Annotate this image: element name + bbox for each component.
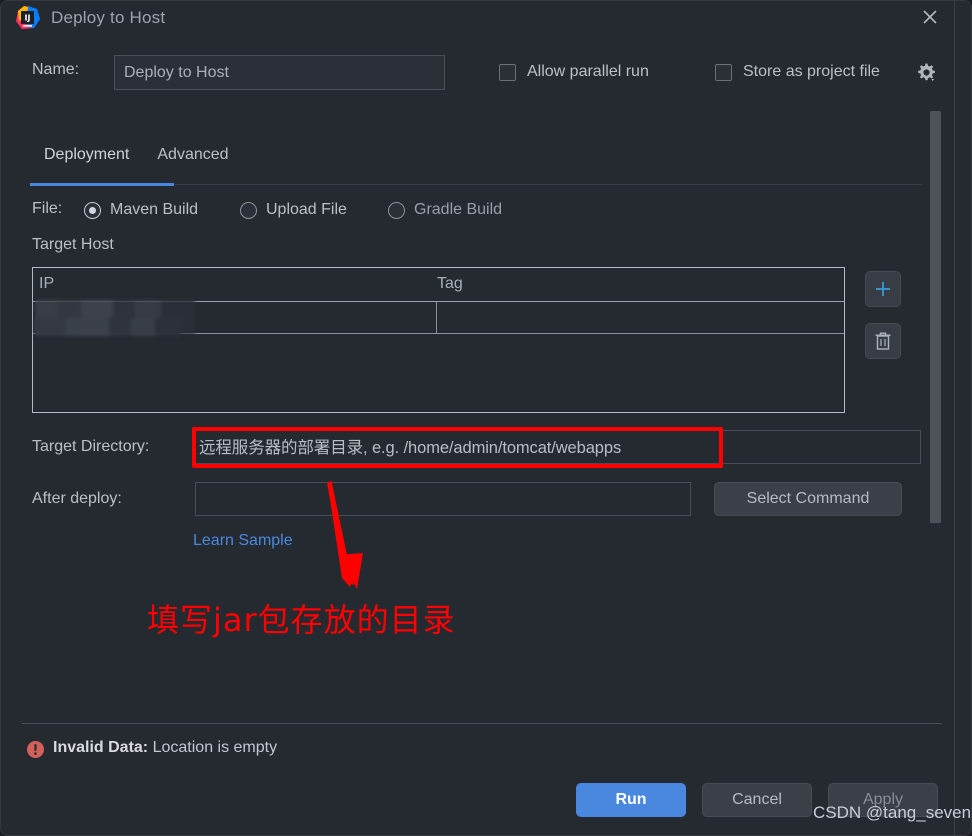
scrollbar-thumb[interactable] bbox=[930, 111, 941, 523]
radio-circle bbox=[84, 201, 101, 219]
allow-parallel-run-checkbox[interactable]: Allow parallel run bbox=[499, 63, 649, 81]
watermark: CSDN @tang_seven bbox=[813, 803, 972, 822]
deploy-to-host-dialog: IJ Deploy to Host Name: Allow parallel r… bbox=[0, 0, 972, 836]
target-host-label: Target Host bbox=[32, 236, 114, 253]
redacted-ip-value-2 bbox=[35, 318, 181, 336]
target-directory-label: Target Directory: bbox=[32, 438, 150, 455]
column-header-ip[interactable]: IP bbox=[39, 275, 54, 293]
annotation-text: 填写jar包存放的目录 bbox=[147, 601, 456, 639]
radio-circle bbox=[240, 201, 257, 219]
select-command-button[interactable]: Select Command bbox=[714, 482, 902, 516]
tab-active-indicator bbox=[30, 183, 174, 186]
radio-gradle-build[interactable]: Gradle Build bbox=[388, 201, 502, 219]
after-deploy-label: After deploy: bbox=[32, 490, 122, 507]
error-icon bbox=[26, 740, 45, 759]
radio-circle bbox=[388, 201, 405, 219]
plus-icon bbox=[876, 282, 890, 296]
cancel-button[interactable]: Cancel bbox=[702, 783, 812, 817]
name-input[interactable] bbox=[114, 55, 445, 90]
error-detail: Location is empty bbox=[152, 739, 278, 756]
learn-sample-link[interactable]: Learn Sample bbox=[193, 532, 293, 550]
run-button[interactable]: Run bbox=[576, 783, 686, 817]
checkbox-box bbox=[715, 63, 732, 81]
dialog-title-bar: IJ Deploy to Host bbox=[1, 1, 971, 35]
store-as-project-file-label: Store as project file bbox=[743, 63, 880, 80]
trash-icon bbox=[875, 332, 891, 350]
store-as-project-file-checkbox[interactable]: Store as project file bbox=[715, 63, 880, 81]
tab-bar: Deployment Advanced bbox=[30, 146, 243, 176]
tab-deployment[interactable]: Deployment bbox=[30, 146, 143, 176]
panel-right-edge bbox=[954, 1, 955, 835]
after-deploy-input[interactable] bbox=[195, 482, 691, 516]
radio-upload-file[interactable]: Upload File bbox=[240, 201, 347, 219]
gear-icon[interactable] bbox=[915, 62, 937, 84]
dialog-title: Deploy to Host bbox=[51, 8, 166, 27]
file-label: File: bbox=[32, 200, 63, 217]
svg-text:IJ: IJ bbox=[25, 14, 31, 23]
radio-maven-build[interactable]: Maven Build bbox=[84, 201, 198, 219]
delete-host-button[interactable] bbox=[865, 323, 901, 359]
footer-separator bbox=[22, 723, 942, 724]
radio-maven-build-label: Maven Build bbox=[110, 201, 199, 218]
target-directory-placeholder: 远程服务器的部署目录, e.g. /home/admin/tomcat/weba… bbox=[199, 439, 622, 457]
intellij-idea-icon: IJ bbox=[15, 5, 41, 31]
allow-parallel-run-label: Allow parallel run bbox=[527, 63, 649, 80]
radio-upload-file-label: Upload File bbox=[266, 201, 347, 218]
add-host-button[interactable] bbox=[865, 271, 901, 307]
table-row[interactable] bbox=[33, 300, 844, 336]
column-header-tag[interactable]: Tag bbox=[437, 275, 463, 293]
radio-dot bbox=[89, 206, 96, 214]
cell-divider bbox=[436, 302, 437, 334]
tab-advanced[interactable]: Advanced bbox=[143, 146, 242, 176]
checkbox-box bbox=[499, 63, 516, 81]
error-message: Invalid Data: Location is empty bbox=[53, 739, 277, 757]
table-header-row: IP Tag bbox=[33, 268, 844, 302]
target-host-table[interactable]: IP Tag bbox=[32, 267, 845, 413]
name-label: Name: bbox=[32, 61, 80, 78]
radio-gradle-build-label: Gradle Build bbox=[414, 201, 503, 218]
tab-divider bbox=[174, 184, 922, 185]
close-icon[interactable] bbox=[917, 4, 943, 30]
error-title: Invalid Data: bbox=[53, 739, 149, 756]
